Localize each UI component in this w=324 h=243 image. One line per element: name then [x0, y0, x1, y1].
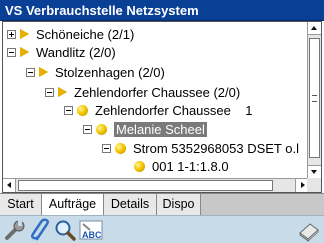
- dot-icon: [134, 160, 145, 172]
- horizontal-scrollbar[interactable]: [3, 178, 308, 192]
- wrench-icon[interactable]: [3, 218, 27, 242]
- tree-node-register[interactable]: 001 1-1:1.8.0: [134, 156, 229, 176]
- eraser-icon[interactable]: [297, 218, 321, 242]
- dot-icon: [77, 104, 88, 116]
- tab-dispo[interactable]: Dispo: [157, 194, 201, 216]
- collapse-icon[interactable]: [45, 87, 54, 97]
- vertical-scroll-thumb[interactable]: [309, 38, 320, 158]
- tree-node-label: Zehlendorfer Chaussee (2/0): [74, 84, 241, 100]
- magnifier-icon[interactable]: [53, 218, 77, 242]
- scroll-down-arrow-icon[interactable]: [308, 165, 321, 178]
- tree-content: Schöneiche (2/1) Wandlitz (2/0) Stolzenh…: [3, 22, 308, 178]
- vertical-scrollbar[interactable]: [307, 22, 321, 178]
- tab-details[interactable]: Details: [104, 194, 157, 216]
- expand-icon[interactable]: [7, 29, 16, 39]
- tree-node-label: Wandlitz (2/0): [36, 44, 116, 60]
- collapse-icon[interactable]: [102, 143, 111, 153]
- tree-node-label: Schöneiche (2/1): [36, 26, 135, 42]
- collapse-icon[interactable]: [64, 105, 73, 115]
- flag-icon: [39, 67, 48, 77]
- tree-node-meter[interactable]: Strom 5352968053 DSET o.l: [102, 138, 299, 158]
- flag-icon: [20, 29, 29, 39]
- tree-node-zehlendorfer-house[interactable]: Zehlendorfer Chaussee 1: [64, 100, 253, 120]
- horizontal-scroll-thumb[interactable]: [18, 180, 273, 191]
- flag-icon: [58, 87, 67, 97]
- scrollbar-corner: [307, 178, 321, 192]
- scroll-up-arrow-icon[interactable]: [308, 22, 321, 35]
- tab-auftraege[interactable]: Aufträge: [42, 194, 104, 216]
- collapse-icon[interactable]: [7, 47, 16, 57]
- dot-icon: [96, 123, 107, 135]
- paperclip-icon[interactable]: [29, 218, 53, 242]
- flag-icon: [20, 47, 29, 57]
- window-title: VS Verbrauchstelle Netzsystem: [0, 0, 324, 21]
- tree-node-label: Stolzenhagen (2/0): [55, 64, 165, 80]
- tree-node-label: 001 1-1:1.8.0: [152, 158, 229, 174]
- tab-bar: Start Aufträge Details Dispo: [0, 193, 324, 216]
- tree-node-label: Strom 5352968053 DSET o.l: [133, 140, 299, 156]
- tab-start[interactable]: Start: [0, 194, 42, 216]
- tree-node-schoeneiche[interactable]: Schöneiche (2/1): [7, 24, 134, 44]
- tree-node-wandlitz[interactable]: Wandlitz (2/0): [7, 42, 116, 62]
- tree-node-label: Zehlendorfer Chaussee 1: [95, 102, 253, 118]
- toolbar: ABC: [0, 215, 324, 243]
- spellcheck-icon[interactable]: ABC: [78, 218, 104, 242]
- dot-icon: [115, 142, 126, 154]
- tree-node-label-selected: Melanie Scheel: [114, 121, 207, 137]
- tree-node-stolzenhagen[interactable]: Stolzenhagen (2/0): [26, 62, 165, 82]
- collapse-icon[interactable]: [26, 67, 35, 77]
- spellcheck-label: ABC: [82, 230, 102, 240]
- tree-view[interactable]: Schöneiche (2/1) Wandlitz (2/0) Stolzenh…: [2, 21, 322, 193]
- scroll-left-arrow-icon[interactable]: [3, 179, 16, 192]
- tree-node-zehlendorfer-street[interactable]: Zehlendorfer Chaussee (2/0): [45, 82, 240, 102]
- collapse-icon[interactable]: [83, 124, 92, 134]
- tree-node-customer[interactable]: Melanie Scheel: [83, 119, 207, 139]
